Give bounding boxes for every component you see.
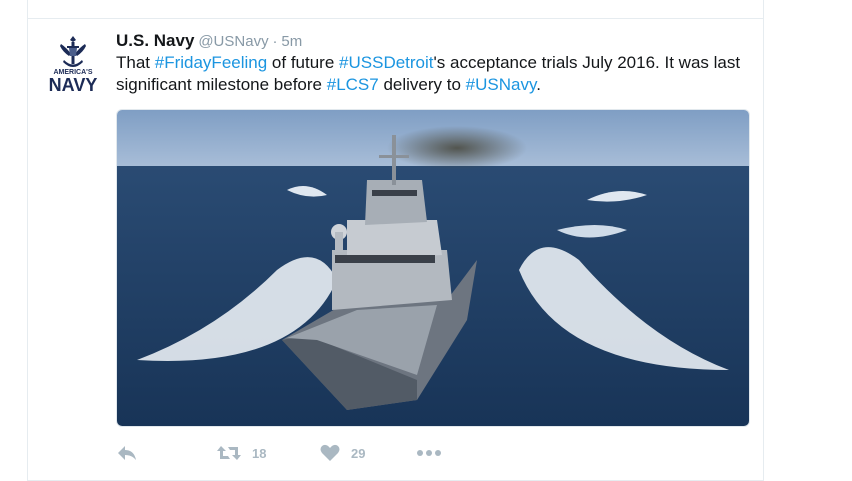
- tweet-media-photo[interactable]: [116, 109, 750, 427]
- header-separator: ·: [272, 33, 278, 50]
- tweet-timestamp[interactable]: 5m: [281, 33, 302, 50]
- tweet-text: That #FridayFeeling of future #USSDetroi…: [116, 52, 756, 96]
- previous-tweet-footer: [28, 0, 763, 19]
- text-part: of future: [267, 53, 340, 72]
- hashtag-link[interactable]: #FridayFeeling: [155, 53, 267, 72]
- ship-photo: [117, 110, 749, 426]
- retweet-button[interactable]: 18: [216, 441, 266, 465]
- hashtag-link[interactable]: #USNavy: [466, 75, 537, 94]
- like-button[interactable]: 29: [319, 441, 365, 465]
- avatar[interactable]: AMERICA'S NAVY: [47, 34, 99, 95]
- retweet-count: 18: [252, 445, 267, 461]
- hashtag-link[interactable]: #LCS7: [327, 75, 379, 94]
- more-button[interactable]: [416, 441, 442, 465]
- text-part: delivery to: [378, 75, 466, 94]
- author-fullname[interactable]: U.S. Navy: [116, 31, 194, 50]
- reply-icon: [118, 446, 136, 460]
- heart-icon: [320, 444, 340, 461]
- avatar-line2: NAVY: [49, 75, 98, 94]
- text-part: .: [536, 75, 541, 94]
- tweet-header: U.S. Navy @USNavy · 5m: [116, 31, 302, 52]
- navy-logo-icon: AMERICA'S NAVY: [49, 36, 98, 95]
- more-icon: [417, 450, 441, 456]
- tweet-actions: 18 29: [116, 441, 756, 465]
- like-count: 29: [351, 445, 366, 461]
- retweet-icon: [217, 446, 241, 460]
- reply-button[interactable]: [116, 441, 148, 465]
- tweet[interactable]: AMERICA'S NAVY U.S. Navy @USNavy · 5m Th…: [28, 19, 763, 481]
- hashtag-link[interactable]: #USSDetroit: [339, 53, 433, 72]
- author-handle[interactable]: @USNavy: [198, 33, 268, 50]
- text-part: That: [116, 53, 155, 72]
- timeline-stream: AMERICA'S NAVY U.S. Navy @USNavy · 5m Th…: [27, 0, 764, 481]
